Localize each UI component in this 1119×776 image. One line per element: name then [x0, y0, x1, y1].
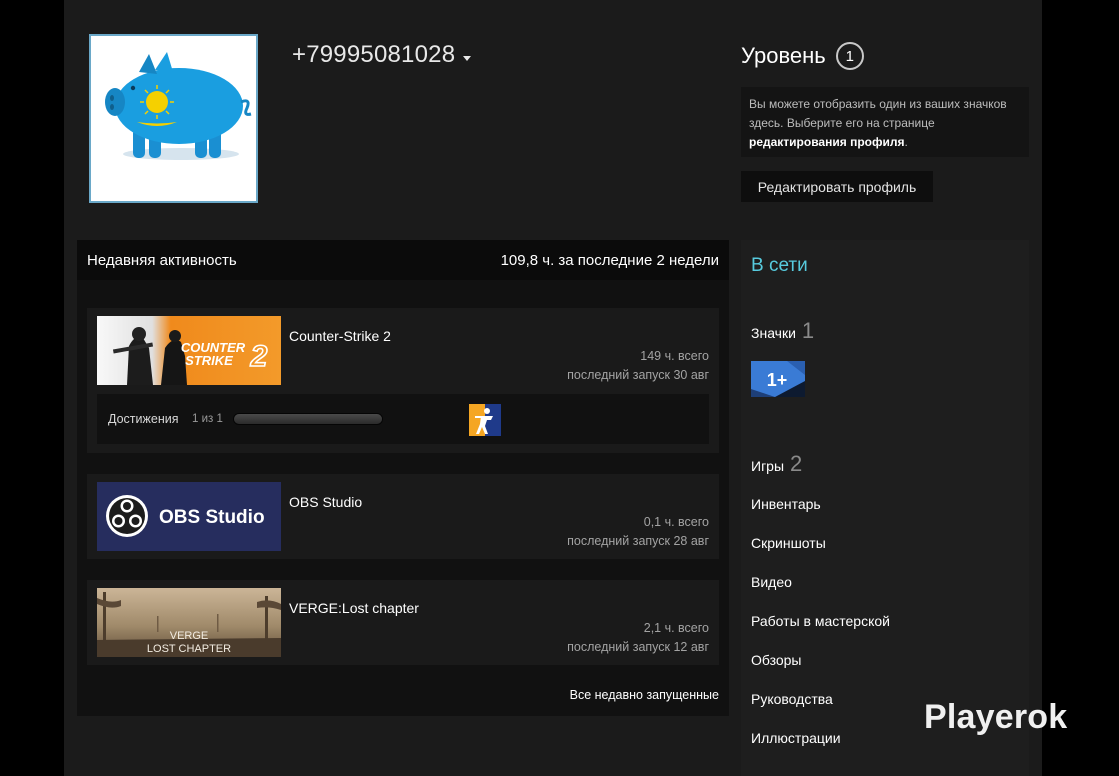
piggy-bank-avatar-image — [91, 36, 256, 201]
sidebar-item-artwork[interactable]: Иллюстрации — [751, 730, 841, 746]
achievements-progress-bar — [233, 413, 383, 425]
featured-badge-note: Вы можете отобразить один из ваших значк… — [741, 87, 1029, 157]
badge-thumb-text: 1+ — [767, 370, 788, 390]
sidebar-item-count: 1 — [801, 318, 815, 343]
sidebar-item-workshop[interactable]: Работы в мастерской — [751, 613, 890, 629]
level-label: Уровень — [741, 43, 826, 68]
recent-activity-panel: Недавняя активность 109,8 ч. за последни… — [77, 240, 729, 716]
edit-profile-button[interactable]: Редактировать профиль — [741, 171, 933, 202]
profile-level: Уровень 1 — [741, 42, 864, 70]
level-badge[interactable]: 1 — [835, 42, 864, 70]
all-recently-played-link[interactable]: Все недавно запущенные — [570, 688, 719, 702]
game-hours: 2,1 ч. всего — [643, 621, 709, 635]
sidebar-item-label: Игры — [751, 458, 785, 474]
edit-profile-link[interactable]: редактирования профиля — [749, 135, 904, 149]
cs2-logo-number: 2 — [250, 340, 268, 373]
game-last-played: последний запуск 12 авг — [567, 640, 709, 654]
sidebar-item-screenshots[interactable]: Скриншоты — [751, 535, 826, 551]
game-last-played: последний запуск 30 авг — [567, 368, 709, 382]
sidebar-item-reviews[interactable]: Обзоры — [751, 652, 802, 668]
sidebar-item-count: 2 — [790, 451, 803, 476]
sidebar-item-inventory[interactable]: Инвентарь — [751, 496, 821, 512]
game-name-counter-strike-2[interactable]: Counter-Strike 2 — [289, 328, 391, 344]
watermark: Playerok — [924, 698, 1068, 736]
game-capsule-verge-lost-chapter[interactable]: VERGE LOST CHAPTER — [97, 588, 281, 657]
game-name-obs-studio[interactable]: OBS Studio — [289, 494, 362, 510]
sidebar-item-badges[interactable]: Значки 1 — [751, 318, 814, 344]
recent-activity-title: Недавняя активность — [87, 251, 237, 269]
game-capsule-obs-studio[interactable]: OBS Studio — [97, 482, 281, 551]
achievements-progress-fill — [234, 414, 382, 424]
sidebar-item-guides[interactable]: Руководства — [751, 691, 833, 707]
game-hours: 0,1 ч. всего — [643, 515, 709, 529]
achievements-label: Достижения — [108, 412, 179, 426]
sidebar-item-games[interactable]: Игры 2 — [751, 451, 802, 477]
avatar[interactable] — [89, 34, 258, 203]
sidebar-item-videos[interactable]: Видео — [751, 574, 792, 590]
game-row-counter-strike-2: COUNTER STRIKE 2 Counter-Strike 2 149 ч.… — [87, 308, 719, 453]
sidebar-item-label: Значки — [751, 325, 796, 341]
persona-name: +79995081028 — [292, 41, 456, 68]
game-last-played: последний запуск 28 авг — [567, 534, 709, 548]
game-name-verge-lost-chapter[interactable]: VERGE:Lost chapter — [289, 600, 419, 616]
verge-logo-line1: VERGE — [170, 630, 209, 642]
recent-activity-header: Недавняя активность 109,8 ч. за последни… — [77, 240, 729, 280]
cs2-capsule-image: COUNTER STRIKE 2 — [97, 316, 281, 385]
years-of-service-badge-icon: 1+ — [751, 361, 805, 397]
game-capsule-counter-strike-2[interactable]: COUNTER STRIKE 2 — [97, 316, 281, 385]
verge-capsule-image: VERGE LOST CHAPTER — [97, 588, 281, 657]
online-status: В сети — [751, 255, 808, 276]
game-row-verge-lost-chapter: VERGE LOST CHAPTER VERGE:Lost chapter 2,… — [87, 580, 719, 665]
game-hours: 149 ч. всего — [640, 349, 709, 363]
recent-playtime-summary: 109,8 ч. за последние 2 недели — [500, 251, 719, 269]
achievements-count: 1 из 1 — [192, 413, 223, 425]
game-row-obs-studio: OBS Studio OBS Studio 0,1 ч. всего после… — [87, 474, 719, 559]
verge-logo-line2: LOST CHAPTER — [147, 643, 231, 655]
badge-note-text: Вы можете отобразить один из ваших значк… — [749, 97, 1007, 130]
cs2-logo-line2: STRIKE — [185, 353, 233, 368]
achievements-row[interactable]: Достижения 1 из 1 — [97, 394, 709, 444]
achievement-icon[interactable] — [469, 404, 501, 436]
badge-thumbnail[interactable]: 1+ — [751, 361, 805, 397]
chevron-down-icon — [463, 55, 472, 61]
obs-logo-text: OBS Studio — [159, 507, 265, 528]
badge-note-end: . — [904, 135, 908, 149]
obs-capsule-image: OBS Studio — [97, 482, 281, 551]
profile-sidebar: В сети Значки 1 1+ Игры 2 Инвентарь Скри… — [741, 240, 1029, 776]
persona-name-dropdown[interactable]: +79995081028 — [292, 41, 472, 69]
